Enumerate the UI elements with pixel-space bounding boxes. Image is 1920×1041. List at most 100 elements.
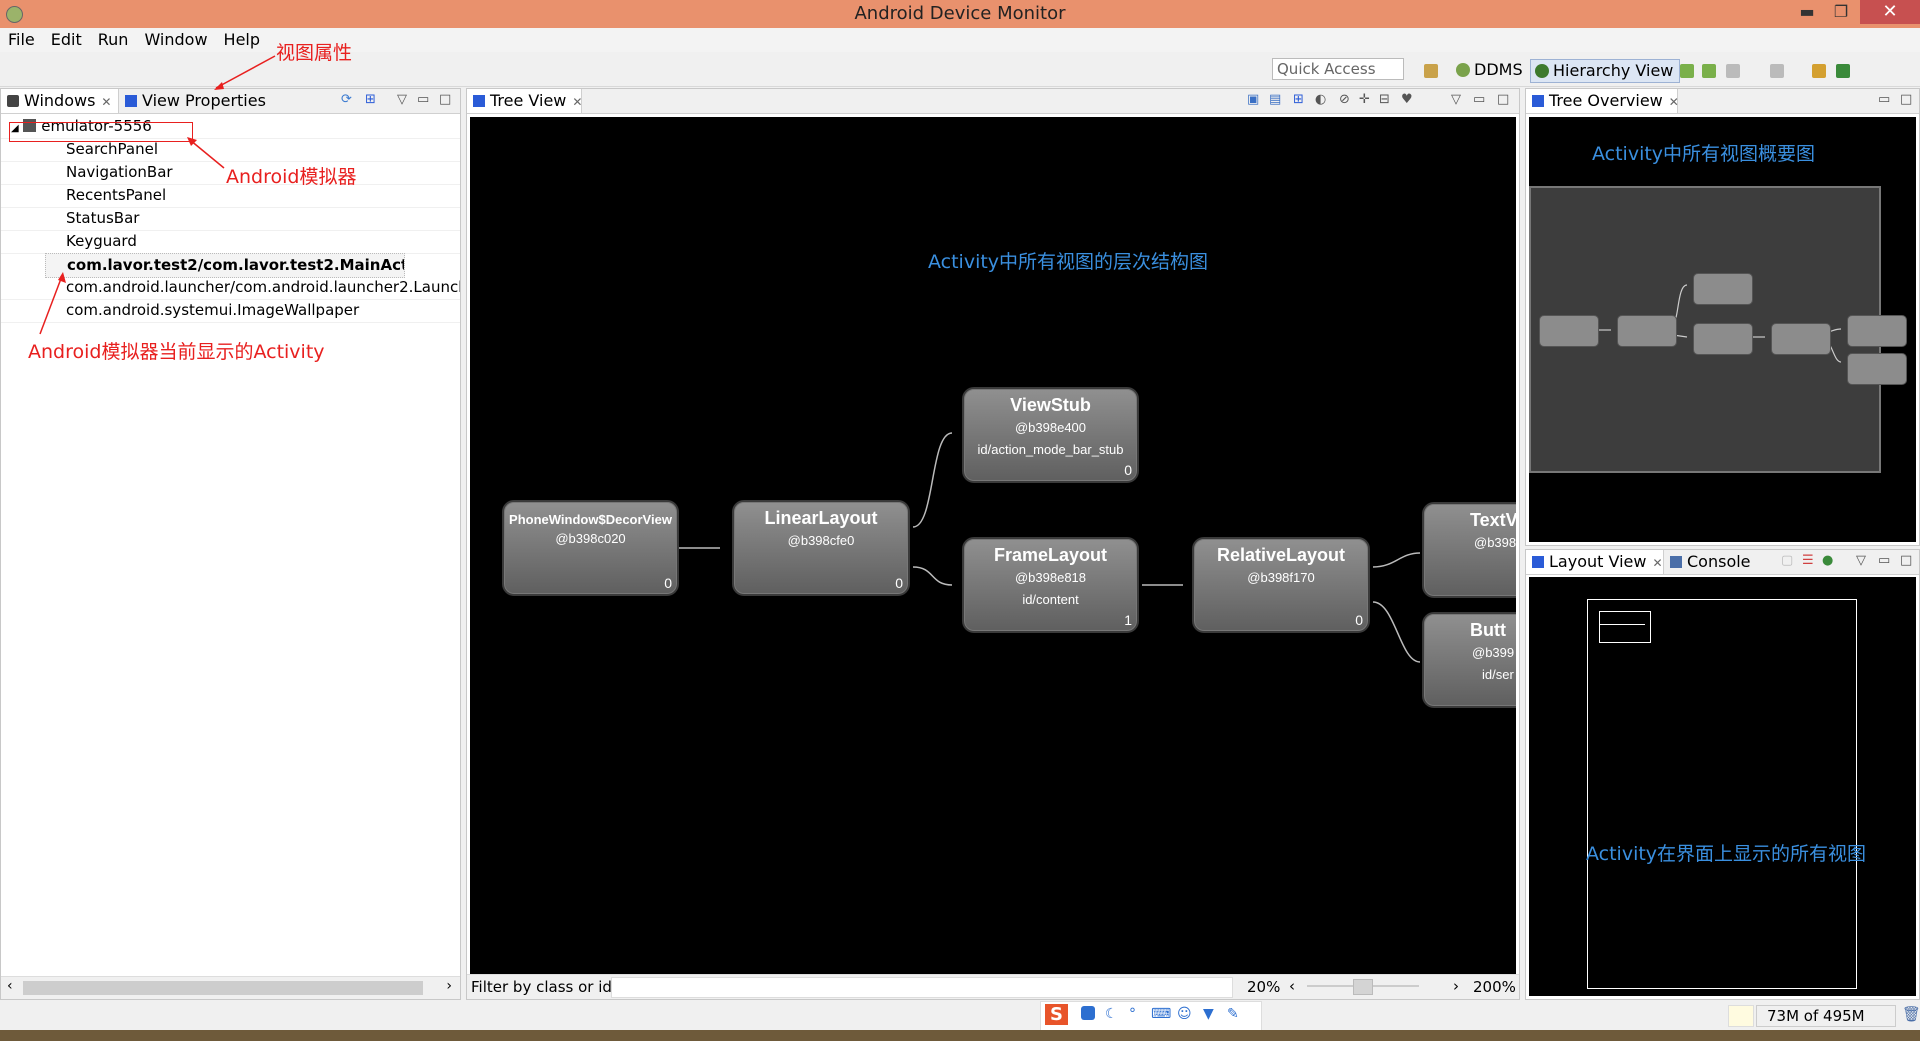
layout-view-tabbar: Layout View ✕ Console ▢ ☰ ● ▽ ▭ □ <box>1526 550 1919 575</box>
console-display-icon[interactable]: ☰ <box>1802 553 1814 568</box>
tab-tree-view-label: Tree View <box>490 91 567 110</box>
overview-node <box>1847 315 1907 347</box>
ime-moon-icon[interactable]: ☾ <box>1105 1006 1118 1022</box>
ime-chinese-icon[interactable] <box>1081 1006 1095 1020</box>
zoom-left-icon[interactable]: ‹ <box>1289 977 1295 995</box>
layout-view-panel: Layout View ✕ Console ▢ ☰ ● ▽ ▭ □ Activit… <box>1525 549 1920 1000</box>
zoom-max-label: 200% <box>1473 978 1516 996</box>
clear-icon[interactable]: ▢ <box>1781 553 1793 568</box>
layout-canvas[interactable]: Activity在界面上显示的所有视图 <box>1529 577 1916 996</box>
node-count: 0 <box>1124 462 1132 478</box>
status-indicator <box>1728 1005 1754 1027</box>
capture-icon[interactable] <box>1770 64 1784 78</box>
zoom-min-label: 20% <box>1247 978 1281 996</box>
dump-icon[interactable]: ⊟ <box>1379 92 1390 107</box>
pin-console-icon[interactable]: ● <box>1822 553 1833 568</box>
stop-icon[interactable]: ⊘ <box>1339 92 1350 107</box>
maximize-icon[interactable]: □ <box>1900 553 1912 568</box>
request-layout-icon[interactable]: ✛ <box>1359 92 1370 107</box>
profile-icon[interactable]: ♥ <box>1401 92 1413 107</box>
node-id: id/content <box>1022 592 1079 607</box>
close-icon[interactable]: ✕ <box>1669 95 1679 109</box>
quick-access-input[interactable]: Quick Access <box>1272 58 1404 80</box>
tree-view-panel: Tree View ✕ ▣ ▤ ⊞ ◐ ⊘ ✛ ⊟ ♥ ▽ ▭ □ PhoneWi… <box>466 88 1520 1000</box>
save-icon[interactable] <box>1680 64 1694 78</box>
node-address: @b399 <box>1472 645 1515 660</box>
maximize-button[interactable]: ❐ <box>1826 0 1856 24</box>
zoom-thumb[interactable] <box>1353 979 1373 995</box>
tree-node[interactable]: Butt @b399 id/ser <box>1422 612 1516 708</box>
shirt-icon[interactable]: ▼ <box>1203 1006 1214 1022</box>
refresh-icon[interactable] <box>1702 64 1716 78</box>
tree-overview-icon <box>1532 95 1544 107</box>
node-count: 0 <box>895 575 903 591</box>
scroll-left-icon[interactable]: ‹ <box>7 978 13 994</box>
tree-overview-tabbar: Tree Overview ✕ ▭ □ <box>1526 89 1919 114</box>
wrench-icon[interactable]: ✎ <box>1227 1006 1239 1022</box>
perspective-hierarchy-view[interactable]: Hierarchy View <box>1530 59 1681 83</box>
node-count: 0 <box>1355 612 1363 628</box>
user-icon[interactable]: ☺ <box>1177 1006 1192 1022</box>
zoom-right-icon[interactable]: › <box>1453 977 1459 995</box>
close-icon[interactable]: ✕ <box>572 95 582 109</box>
node-name: PhoneWindow$DecorView <box>509 512 672 527</box>
tree-node[interactable]: RelativeLayout @b398f170 0 <box>1192 537 1370 633</box>
ddms-icon <box>1456 63 1470 77</box>
heap-status[interactable]: 73M of 495M <box>1756 1005 1896 1027</box>
zoom-slider[interactable] <box>1307 979 1419 995</box>
horizontal-scrollbar[interactable]: ‹ › <box>1 976 460 999</box>
scrollbar-thumb[interactable] <box>23 981 423 995</box>
save-png-icon[interactable]: ▣ <box>1247 92 1259 107</box>
taskbar-strip <box>0 1030 1920 1041</box>
request-layout-icon[interactable] <box>1836 64 1850 78</box>
node-address: @b398 <box>1474 535 1516 550</box>
tab-tree-overview[interactable]: Tree Overview ✕ <box>1526 89 1679 113</box>
tab-console[interactable]: Console <box>1664 550 1764 574</box>
minimize-icon[interactable]: ▭ <box>1878 553 1890 568</box>
overview-canvas[interactable]: Activity中所有视图概要图 <box>1529 117 1916 542</box>
overview-node <box>1693 323 1753 355</box>
tree-node[interactable]: PhoneWindow$DecorView @b398c020 0 <box>502 500 679 596</box>
invalidate-icon[interactable] <box>1812 64 1826 78</box>
close-button[interactable]: ✕ <box>1860 0 1920 24</box>
invalidate-view-icon[interactable]: ◐ <box>1315 92 1326 107</box>
minimize-button[interactable]: ▬ <box>1792 0 1822 24</box>
close-icon[interactable]: ✕ <box>1652 556 1662 570</box>
maximize-icon[interactable]: □ <box>1497 92 1509 107</box>
layout-screen-outline <box>1587 599 1857 989</box>
annotation-tree-view: Activity中所有视图的层次结构图 <box>928 251 1209 273</box>
tree-node[interactable]: TextV @b398 <box>1422 502 1516 598</box>
console-icon <box>1670 556 1682 568</box>
ime-punct-icon[interactable]: ° <box>1129 1006 1136 1022</box>
open-perspective-icon[interactable] <box>1424 64 1438 78</box>
capture-layers-icon[interactable]: ▤ <box>1269 92 1281 107</box>
overview-node <box>1617 315 1677 347</box>
view-menu-icon[interactable]: ▽ <box>1856 553 1866 568</box>
minimize-icon[interactable]: ▭ <box>1473 92 1485 107</box>
scroll-right-icon[interactable]: › <box>446 978 452 994</box>
garbage-collect-icon[interactable]: 🗑 <box>1902 1005 1920 1023</box>
tab-layout-view[interactable]: Layout View ✕ <box>1526 550 1664 574</box>
minimize-icon[interactable]: ▭ <box>1878 92 1890 107</box>
tree-view-tabbar: Tree View ✕ ▣ ▤ ⊞ ◐ ⊘ ✛ ⊟ ♥ ▽ ▭ □ <box>467 89 1519 114</box>
keyboard-icon[interactable]: ⌨ <box>1151 1006 1171 1022</box>
sogou-icon[interactable]: S <box>1045 1004 1068 1025</box>
tab-tree-view[interactable]: Tree View ✕ <box>467 89 582 113</box>
dump-icon[interactable] <box>1726 64 1740 78</box>
filter-input[interactable] <box>611 977 1233 998</box>
layout-view-rect <box>1599 611 1645 625</box>
ime-toolbar[interactable]: S ☾ ° ⌨ ☺ ▼ ✎ <box>1040 1001 1262 1031</box>
maximize-icon[interactable]: □ <box>1900 92 1912 107</box>
node-address: @b398cfe0 <box>787 533 855 548</box>
perspective-ddms[interactable]: DDMS <box>1452 59 1529 83</box>
tree-node[interactable]: ViewStub @b398e400 id/action_mode_bar_st… <box>962 387 1139 483</box>
tree-node[interactable]: FrameLayout @b398e818 id/content 1 <box>962 537 1139 633</box>
tree-canvas[interactable]: PhoneWindow$DecorView @b398c020 0 Linear… <box>470 117 1516 974</box>
node-address: @b398e818 <box>1014 570 1087 585</box>
tree-filter-bar: Filter by class or id: 20% ‹ › 200% <box>467 974 1519 999</box>
node-name: Butt <box>1470 620 1506 640</box>
tab-tree-overview-label: Tree Overview <box>1549 91 1663 110</box>
tree-node[interactable]: LinearLayout @b398cfe0 0 <box>732 500 910 596</box>
view-menu-icon[interactable]: ▽ <box>1451 92 1461 107</box>
display-view-icon[interactable]: ⊞ <box>1293 92 1304 107</box>
